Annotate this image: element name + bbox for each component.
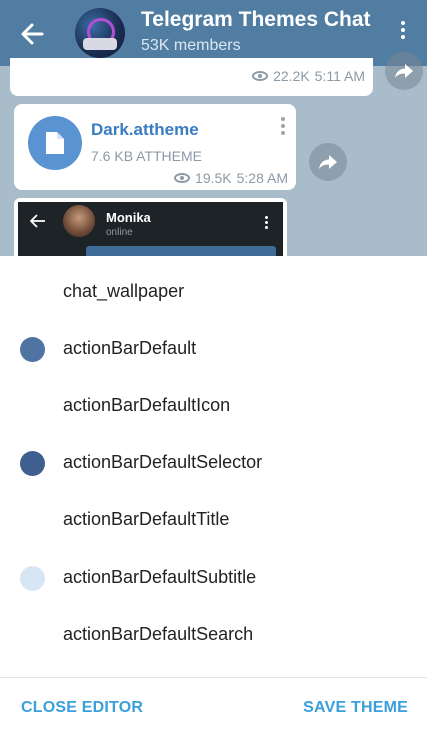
chat-area: 22.2K 5:11 AM Dark.attheme 7.6 KB ATTHEM… bbox=[0, 52, 427, 268]
more-vert-icon bbox=[401, 21, 405, 25]
preview-contact-name: Monika bbox=[106, 210, 151, 225]
editor-item-action-bar-default-selector[interactable]: actionBarDefaultSelector bbox=[0, 435, 427, 492]
more-vert-icon bbox=[263, 214, 269, 230]
theme-preview-image: Monika online bbox=[18, 202, 283, 262]
message-meta: 22.2K 5:11 AM bbox=[252, 68, 365, 84]
more-vert-icon bbox=[281, 117, 285, 121]
editor-item-action-bar-default[interactable]: actionBarDefault bbox=[0, 321, 427, 378]
avatar bbox=[63, 205, 95, 237]
file-menu-button[interactable] bbox=[278, 114, 288, 136]
channel-avatar[interactable] bbox=[75, 8, 125, 58]
share-button[interactable] bbox=[309, 143, 347, 181]
message-bubble[interactable]: 22.2K 5:11 AM bbox=[10, 58, 373, 96]
editor-item-label: actionBarDefaultSearch bbox=[63, 624, 254, 644]
file-download-button[interactable] bbox=[28, 116, 82, 170]
more-menu-button[interactable] bbox=[393, 18, 413, 48]
share-arrow-icon bbox=[395, 64, 413, 78]
file-meta: 19.5K 5:28 AM bbox=[174, 170, 288, 186]
arrow-left-icon bbox=[30, 214, 45, 228]
editor-item-label: actionBarDefaultTitle bbox=[63, 509, 230, 529]
editor-item-action-bar-default-icon[interactable]: actionBarDefaultIcon bbox=[0, 378, 427, 435]
eye-icon bbox=[174, 173, 191, 183]
editor-item-label: actionBarDefaultSubtitle bbox=[63, 567, 257, 587]
message-time: 5:11 AM bbox=[314, 68, 365, 84]
close-editor-button[interactable]: CLOSE EDITOR bbox=[21, 699, 143, 717]
message-time: 5:28 AM bbox=[236, 170, 288, 186]
color-swatch bbox=[20, 566, 45, 591]
member-count: 53K members bbox=[141, 37, 241, 54]
file-message[interactable]: Dark.attheme 7.6 KB ATTHEME 19.5K 5:28 A… bbox=[14, 104, 296, 190]
editor-item-chat-wallpaper[interactable]: chat_wallpaper bbox=[0, 264, 427, 321]
back-button[interactable] bbox=[12, 14, 52, 54]
save-theme-button[interactable]: SAVE THEME bbox=[303, 699, 408, 717]
divider bbox=[0, 677, 427, 678]
editor-item-label: actionBarDefault bbox=[63, 338, 197, 358]
arrow-left-icon bbox=[21, 23, 44, 45]
preview-contact-status: online bbox=[106, 227, 133, 238]
share-button[interactable] bbox=[385, 52, 423, 90]
file-size: 7.6 KB ATTHEME bbox=[91, 148, 202, 164]
editor-item-label: chat_wallpaper bbox=[63, 281, 185, 301]
editor-item-action-bar-default-subtitle[interactable]: actionBarDefaultSubtitle bbox=[0, 550, 427, 607]
view-count: 22.2K bbox=[273, 68, 310, 84]
document-icon bbox=[46, 132, 64, 154]
eye-icon bbox=[252, 71, 269, 81]
theme-editor-sheet: chat_wallpaper actionBarDefault actionBa… bbox=[0, 256, 427, 736]
editor-item-action-bar-default-title[interactable]: actionBarDefaultTitle bbox=[0, 492, 427, 549]
channel-title[interactable]: Telegram Themes Chat bbox=[141, 8, 381, 32]
color-swatch bbox=[20, 337, 45, 362]
share-arrow-icon bbox=[319, 155, 337, 169]
file-name[interactable]: Dark.attheme bbox=[91, 120, 199, 140]
chat-header: Telegram Themes Chat 53K members bbox=[0, 0, 427, 66]
color-swatch bbox=[20, 451, 45, 476]
editor-item-label: actionBarDefaultIcon bbox=[63, 395, 231, 415]
editor-item-action-bar-default-search[interactable]: actionBarDefaultSearch bbox=[0, 607, 427, 664]
editor-item-label: actionBarDefaultSelector bbox=[63, 452, 263, 472]
view-count: 19.5K bbox=[195, 170, 232, 186]
